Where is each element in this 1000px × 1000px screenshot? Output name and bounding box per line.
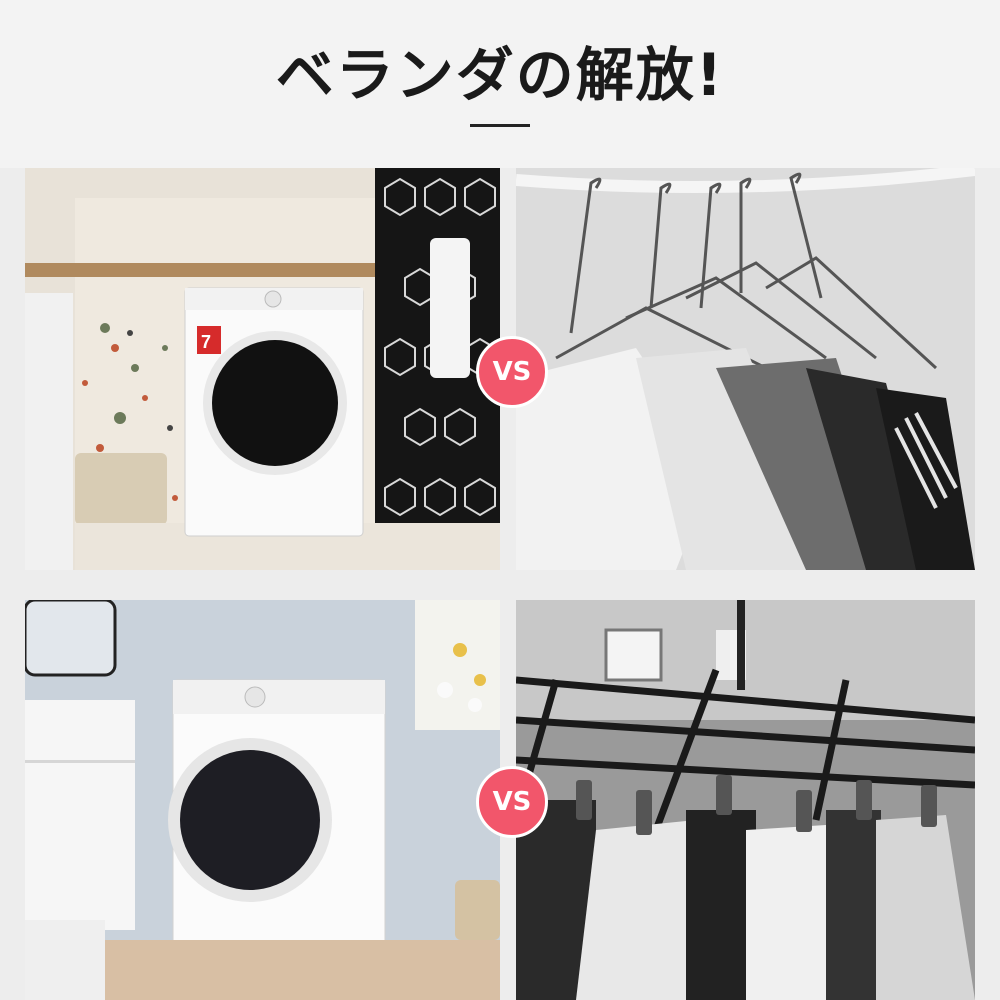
title-underline xyxy=(470,124,530,127)
header: ベランダの解放! xyxy=(0,0,1000,168)
vs-badge-top: VS xyxy=(476,336,548,408)
page-title: ベランダの解放! xyxy=(275,41,725,109)
dryer-photo-top: 7 xyxy=(25,168,500,570)
dryer-photo-bottom xyxy=(25,600,500,1000)
hanger-photo-top xyxy=(516,168,975,570)
clip-hanger-photo-bottom xyxy=(516,600,975,1000)
capacity-badge: 7 xyxy=(201,332,211,352)
vs-badge-bottom: VS xyxy=(476,766,548,838)
